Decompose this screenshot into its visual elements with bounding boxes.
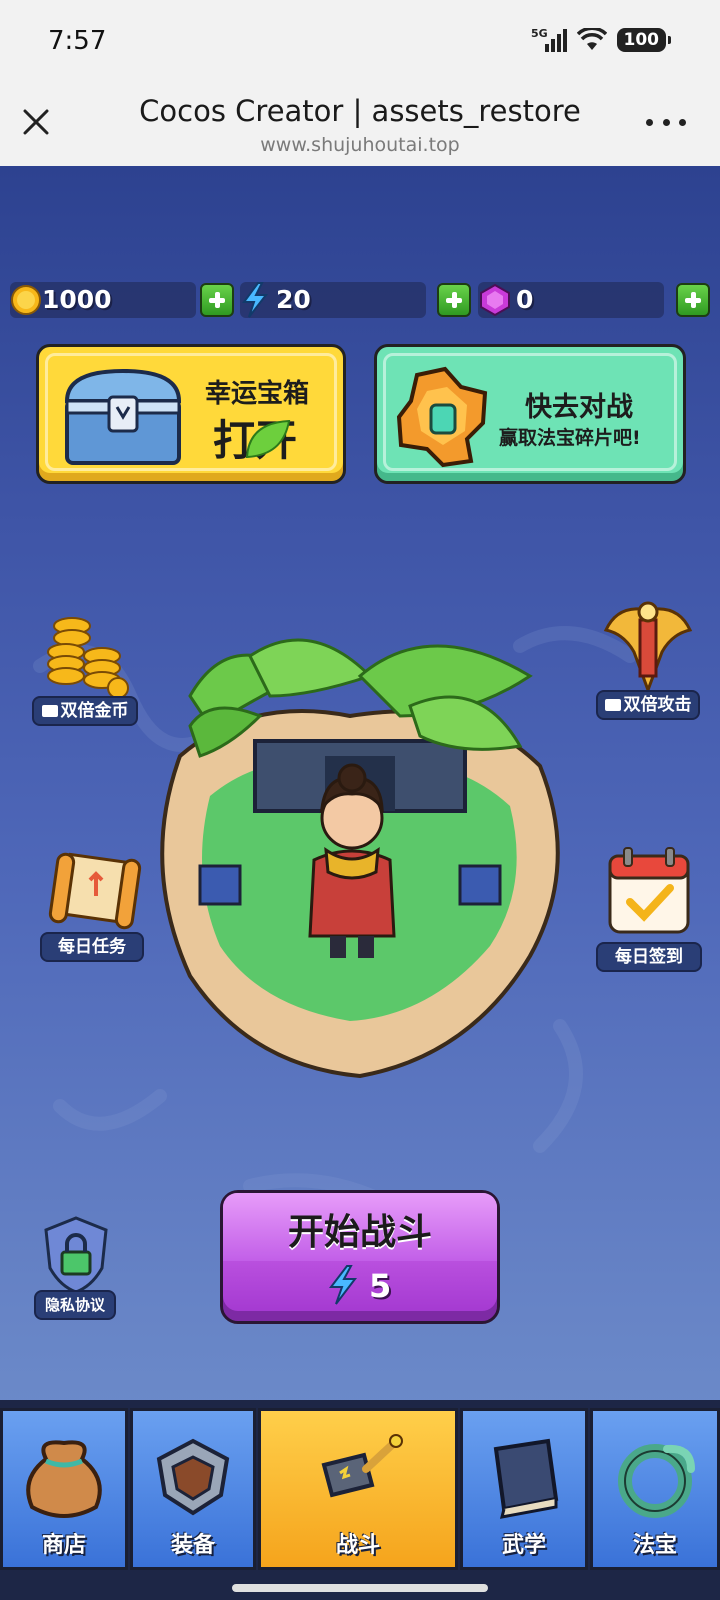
tab-equipment-label: 装备 xyxy=(170,1533,215,1558)
right-flag xyxy=(458,864,502,906)
dot-icon xyxy=(662,118,670,126)
browser-title-bar: Cocos Creator | assets_restore www.shuju… xyxy=(0,84,720,166)
home-indicator[interactable] xyxy=(232,1584,488,1592)
tab-martial-arts-label: 武学 xyxy=(501,1533,546,1558)
hammer-icon xyxy=(321,1434,403,1498)
jade-ring-icon xyxy=(618,1444,695,1518)
gem-value: 0 xyxy=(516,285,534,314)
start-battle-label: 开始战斗 xyxy=(287,1212,432,1253)
status-time: 7:57 xyxy=(48,26,107,56)
tab-battle-label: 战斗 xyxy=(335,1533,380,1558)
double-attack-label: 双倍攻击 xyxy=(596,690,700,720)
daily-checkin-button[interactable]: 每日签到 xyxy=(596,846,702,972)
lightning-icon xyxy=(328,1265,358,1305)
add-gold-button[interactable] xyxy=(200,283,234,317)
tab-treasure[interactable]: 法宝 xyxy=(590,1408,720,1570)
lightning-icon xyxy=(242,282,269,318)
video-icon xyxy=(41,705,58,717)
money-bag-icon xyxy=(26,1440,102,1518)
gem-icon xyxy=(480,283,510,317)
energy-counter: 20 xyxy=(240,282,426,318)
tab-shop-label: 商店 xyxy=(41,1533,86,1558)
battery-indicator: 100 xyxy=(616,28,671,52)
armor-icon xyxy=(156,1438,230,1516)
battle-promo-title: 快去对战 xyxy=(525,392,633,423)
daily-task-button[interactable]: 每日任务 xyxy=(40,846,144,962)
gem-counter: 0 xyxy=(478,282,664,318)
more-options-button[interactable] xyxy=(646,112,686,132)
tab-treasure-label: 法宝 xyxy=(632,1533,677,1558)
energy-value: 20 xyxy=(276,285,311,314)
status-icons: 5G 100 xyxy=(531,26,671,54)
wifi-icon xyxy=(576,28,607,50)
start-battle-button[interactable]: 开始战斗 5 xyxy=(220,1190,500,1324)
gold-coins-stack-icon xyxy=(47,617,129,698)
lucky-chest-title: 幸运宝箱 xyxy=(205,379,310,409)
treasure-fragment-icon xyxy=(396,366,488,468)
gold-value: 1000 xyxy=(42,285,112,314)
golden-sword-icon xyxy=(603,601,693,694)
gold-counter: 1000 xyxy=(10,282,196,318)
scroll-icon xyxy=(48,852,142,930)
gold-coin-icon xyxy=(11,285,41,315)
daily-task-label: 每日任务 xyxy=(40,932,144,962)
leaf-icon xyxy=(245,419,291,459)
double-gold-button[interactable]: 双倍金币 xyxy=(32,606,138,726)
treasure-chest-icon xyxy=(64,368,182,465)
double-attack-text: 双倍攻击 xyxy=(623,695,692,715)
dot-icon xyxy=(646,118,653,126)
game-canvas[interactable]: 1000 20 0 幸运宝箱 打开 xyxy=(0,166,720,1600)
add-energy-button[interactable] xyxy=(437,283,471,317)
video-icon xyxy=(604,699,621,711)
dot-icon xyxy=(679,118,686,126)
double-gold-text: 双倍金币 xyxy=(60,701,129,721)
network-type: 5G xyxy=(531,27,548,40)
privacy-label: 隐私协议 xyxy=(34,1290,116,1320)
calendar-icon xyxy=(608,847,690,934)
battle-promo-banner[interactable]: 快去对战 赢取法宝碎片吧! xyxy=(374,344,686,484)
island-scene xyxy=(160,638,560,1079)
page-url: www.shujuhoutai.top xyxy=(260,134,460,156)
add-gem-button[interactable] xyxy=(676,283,710,317)
lock-shield-icon xyxy=(44,1216,108,1294)
privacy-button[interactable]: 隐私协议 xyxy=(34,1216,116,1320)
tab-battle[interactable]: 战斗 xyxy=(258,1408,458,1570)
status-bar: 7:57 5G 100 xyxy=(0,0,720,84)
daily-checkin-label: 每日签到 xyxy=(596,942,702,972)
lucky-chest-banner[interactable]: 幸运宝箱 打开 xyxy=(36,344,346,484)
book-icon xyxy=(493,1438,559,1519)
tab-equipment[interactable]: 装备 xyxy=(130,1408,256,1570)
battle-promo-subtitle: 赢取法宝碎片吧! xyxy=(499,427,641,449)
cellular-signal-icon: 5G xyxy=(531,27,567,52)
double-attack-button[interactable]: 双倍攻击 xyxy=(596,590,700,720)
tab-martial-arts[interactable]: 武学 xyxy=(460,1408,588,1570)
bottom-nav: 商店 装备 战斗 武学 法宝 xyxy=(0,1400,720,1600)
start-battle-cost: 5 xyxy=(369,1267,392,1305)
left-flag xyxy=(198,864,242,906)
tab-shop[interactable]: 商店 xyxy=(0,1408,128,1570)
double-gold-label: 双倍金币 xyxy=(32,696,138,726)
page-title: Cocos Creator | assets_restore xyxy=(139,94,581,128)
